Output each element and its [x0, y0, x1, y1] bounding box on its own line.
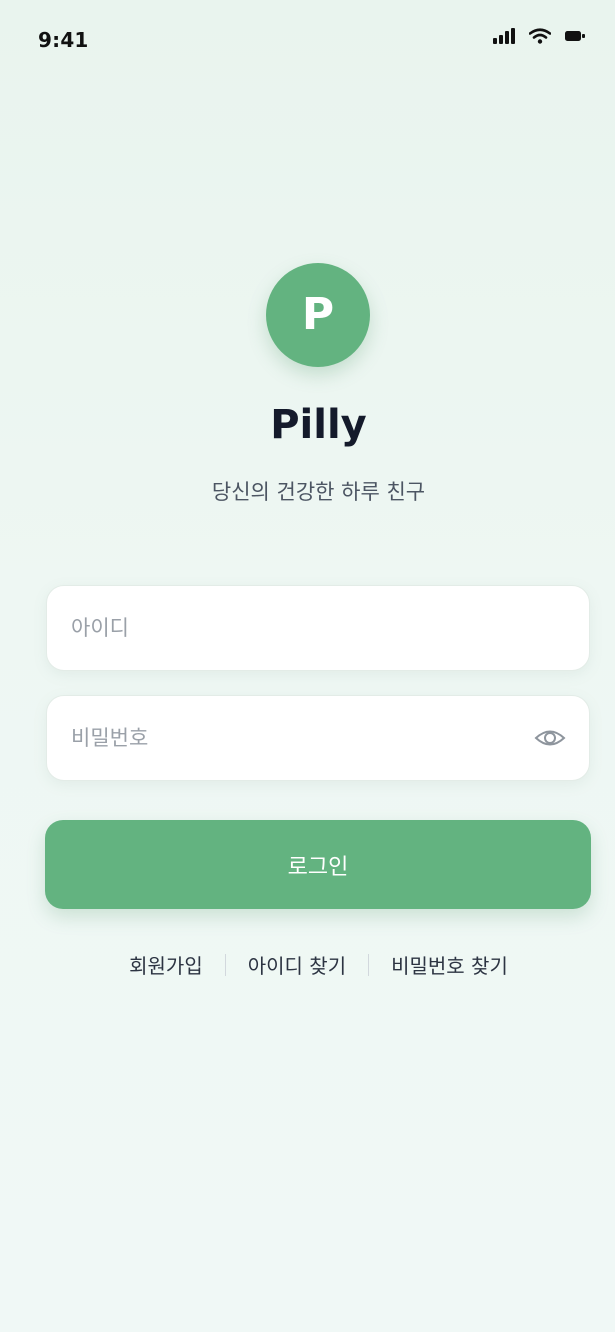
wifi-icon	[529, 28, 551, 44]
signup-link[interactable]: 회원가입	[129, 950, 203, 979]
app-logo: P	[266, 263, 370, 367]
id-field[interactable]	[46, 585, 590, 671]
link-divider	[224, 953, 226, 976]
status-icons	[493, 28, 585, 44]
account-links: 회원가입 아이디 찾기 비밀번호 찾기	[0, 950, 615, 979]
status-bar: 9:41	[0, 0, 615, 80]
app-name: Pilly	[270, 402, 367, 448]
find-password-link[interactable]: 비밀번호 찾기	[391, 950, 508, 979]
link-divider	[368, 953, 370, 976]
app-tagline: 당신의 건강한 하루 친구	[211, 480, 426, 504]
id-input[interactable]	[71, 586, 511, 670]
battery-icon	[565, 30, 585, 42]
password-field[interactable]	[46, 695, 590, 781]
logo-letter: P	[301, 289, 335, 340]
eye-icon[interactable]	[533, 724, 567, 752]
status-time: 9:41	[38, 28, 89, 52]
signal-icon	[493, 28, 515, 44]
password-input[interactable]	[71, 696, 511, 780]
login-button[interactable]: 로그인	[45, 820, 591, 909]
find-id-link[interactable]: 아이디 찾기	[248, 950, 346, 979]
